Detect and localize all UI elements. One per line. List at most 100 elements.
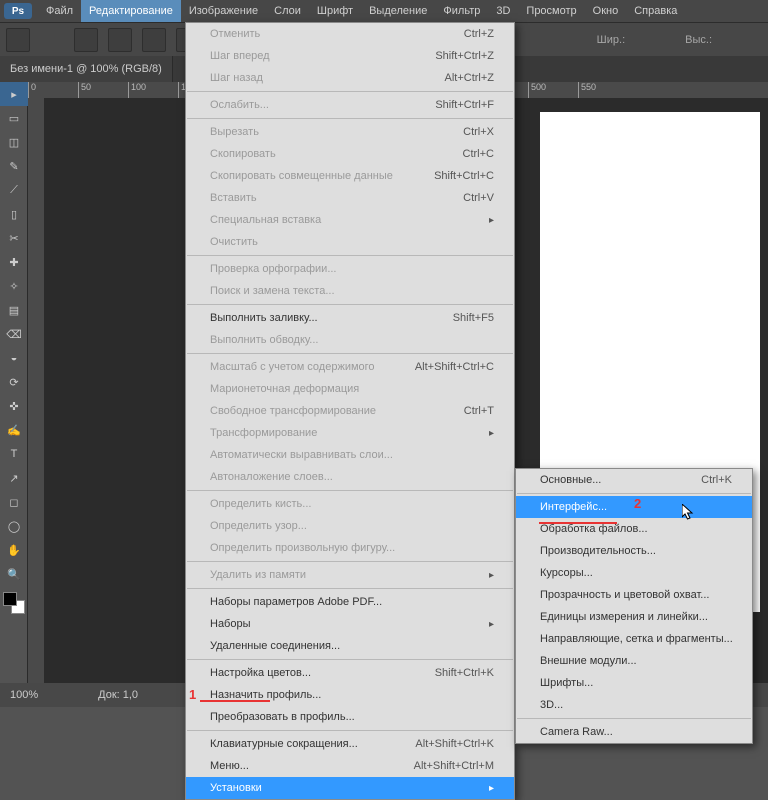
- menu-item-label: Трансформирование: [210, 427, 317, 439]
- edit-item-40[interactable]: Клавиатурные сокращения...Alt+Shift+Ctrl…: [186, 733, 514, 755]
- tool-20[interactable]: 🔍: [0, 562, 28, 586]
- edit-item-11: Очистить: [186, 231, 514, 253]
- zoom-level[interactable]: 100%: [10, 689, 38, 701]
- tool-17[interactable]: ◻: [0, 490, 28, 514]
- tool-6[interactable]: ✂: [0, 226, 28, 250]
- tool-14[interactable]: ✍: [0, 418, 28, 442]
- preset-icon[interactable]: [6, 28, 30, 52]
- tool-16[interactable]: ↗: [0, 466, 28, 490]
- prefs-item-5[interactable]: Курсоры...: [516, 562, 752, 584]
- height-label: Выс.:: [685, 34, 712, 46]
- menu-item-label: Установки: [210, 782, 262, 794]
- edit-item-36[interactable]: Настройка цветов...Shift+Ctrl+K: [186, 662, 514, 684]
- tool-8[interactable]: ✧: [0, 274, 28, 298]
- tool-10[interactable]: ⌫: [0, 322, 28, 346]
- tool-0[interactable]: ▸: [0, 82, 28, 106]
- menu-item-shortcut: Ctrl+K: [701, 474, 732, 486]
- tool-2[interactable]: ◫: [0, 130, 28, 154]
- opt-icon-1[interactable]: [74, 28, 98, 52]
- tool-4[interactable]: ⟋: [0, 178, 28, 202]
- menu-item-label: Наборы: [210, 618, 251, 630]
- tool-18[interactable]: ◯: [0, 514, 28, 538]
- menu-файл[interactable]: Файл: [38, 0, 81, 22]
- menu-item-shortcut: Alt+Shift+Ctrl+C: [415, 361, 494, 373]
- edit-item-41[interactable]: Меню... Alt+Shift+Ctrl+M: [186, 755, 514, 777]
- ps-logo-icon: Ps: [4, 3, 32, 19]
- edit-item-37[interactable]: Назначить профиль...: [186, 684, 514, 706]
- tool-5[interactable]: ▯: [0, 202, 28, 226]
- menu-item-label: Наборы параметров Adobe PDF...: [210, 596, 382, 608]
- menu-редактирование[interactable]: Редактирование: [81, 0, 181, 22]
- ruler-tick: 550: [578, 82, 628, 98]
- edit-sep: [187, 91, 513, 92]
- menu-item-label: Поиск и замена текста...: [210, 285, 335, 297]
- menu-item-label: Проверка орфографии...: [210, 263, 336, 275]
- opt-icon-3[interactable]: [142, 28, 166, 52]
- prefs-item-4[interactable]: Производительность...: [516, 540, 752, 562]
- annotation-number-2: 2: [634, 496, 641, 511]
- prefs-item-11[interactable]: 3D...: [516, 694, 752, 716]
- edit-item-32[interactable]: Наборы параметров Adobe PDF...: [186, 591, 514, 613]
- menu-item-label: Прозрачность и цветовой охват...: [540, 589, 709, 601]
- tool-15[interactable]: T: [0, 442, 28, 466]
- width-label: Шир.:: [597, 34, 625, 46]
- prefs-item-9[interactable]: Внешние модули...: [516, 650, 752, 672]
- tool-7[interactable]: ✚: [0, 250, 28, 274]
- prefs-item-6[interactable]: Прозрачность и цветовой охват...: [516, 584, 752, 606]
- edit-item-38[interactable]: Преобразовать в профиль...: [186, 706, 514, 728]
- opt-icon-2[interactable]: [108, 28, 132, 52]
- prefs-item-13[interactable]: Camera Raw...: [516, 721, 752, 743]
- annotation-underline-2: [539, 522, 617, 524]
- ruler-tick: 0: [28, 82, 78, 98]
- edit-item-8: Скопировать совмещенные данныеShift+Ctrl…: [186, 165, 514, 187]
- prefs-item-8[interactable]: Направляющие, сетка и фрагменты...: [516, 628, 752, 650]
- edit-item-34[interactable]: Удаленные соединения...: [186, 635, 514, 657]
- prefs-item-7[interactable]: Единицы измерения и линейки...: [516, 606, 752, 628]
- ruler-vertical: [28, 98, 44, 683]
- tool-13[interactable]: ✜: [0, 394, 28, 418]
- prefs-item-0[interactable]: Основные... Ctrl+K: [516, 469, 752, 491]
- menu-просмотр[interactable]: Просмотр: [518, 0, 584, 22]
- tool-3[interactable]: ✎: [0, 154, 28, 178]
- menu-item-label: Специальная вставка: [210, 214, 321, 226]
- menu-item-shortcut: Alt+Ctrl+Z: [444, 72, 494, 84]
- menu-item-label: Меню...: [210, 760, 249, 772]
- menu-item-shortcut: Alt+Shift+Ctrl+M: [414, 760, 494, 772]
- menu-item-label: Выполнить заливку...: [210, 312, 318, 324]
- document-tab[interactable]: Без имени-1 @ 100% (RGB/8): [0, 56, 173, 82]
- menu-item-label: Автоматически выравнивать слои...: [210, 449, 393, 461]
- prefs-item-10[interactable]: Шрифты...: [516, 672, 752, 694]
- menu-item-label: Шаг назад: [210, 72, 263, 84]
- edit-item-33[interactable]: Наборы: [186, 613, 514, 635]
- ruler-tick: 50: [78, 82, 128, 98]
- menu-выделение[interactable]: Выделение: [361, 0, 435, 22]
- menu-item-shortcut: Shift+Ctrl+F: [435, 99, 494, 111]
- menu-item-label: Camera Raw...: [540, 726, 613, 738]
- menu-шрифт[interactable]: Шрифт: [309, 0, 361, 22]
- edit-sep: [187, 561, 513, 562]
- tool-19[interactable]: ✋: [0, 538, 28, 562]
- menu-изображение[interactable]: Изображение: [181, 0, 266, 22]
- tool-1[interactable]: ▭: [0, 106, 28, 130]
- edit-item-16[interactable]: Выполнить заливку...Shift+F5: [186, 307, 514, 329]
- prefs-sep: [517, 493, 751, 494]
- menu-справка[interactable]: Справка: [626, 0, 685, 22]
- menu-item-label: Основные...: [540, 474, 601, 486]
- menu-item-label: Автоналожение слоев...: [210, 471, 333, 483]
- tool-11[interactable]: ◒: [0, 346, 28, 370]
- edit-item-1: Шаг впередShift+Ctrl+Z: [186, 45, 514, 67]
- edit-item-42[interactable]: Установки: [186, 777, 514, 799]
- edit-item-19: Масштаб с учетом содержимогоAlt+Shift+Ct…: [186, 356, 514, 378]
- menu-фильтр[interactable]: Фильтр: [435, 0, 488, 22]
- menu-item-shortcut: Ctrl+T: [464, 405, 494, 417]
- edit-sep: [187, 255, 513, 256]
- menu-слои[interactable]: Слои: [266, 0, 309, 22]
- menu-3d[interactable]: 3D: [488, 0, 518, 22]
- color-swatches[interactable]: [3, 592, 25, 614]
- edit-item-27: Определить узор...: [186, 515, 514, 537]
- tool-12[interactable]: ⟳: [0, 370, 28, 394]
- menu-окно[interactable]: Окно: [585, 0, 627, 22]
- edit-item-2: Шаг назад Alt+Ctrl+Z: [186, 67, 514, 89]
- menu-item-label: Производительность...: [540, 545, 656, 557]
- tool-9[interactable]: ▤: [0, 298, 28, 322]
